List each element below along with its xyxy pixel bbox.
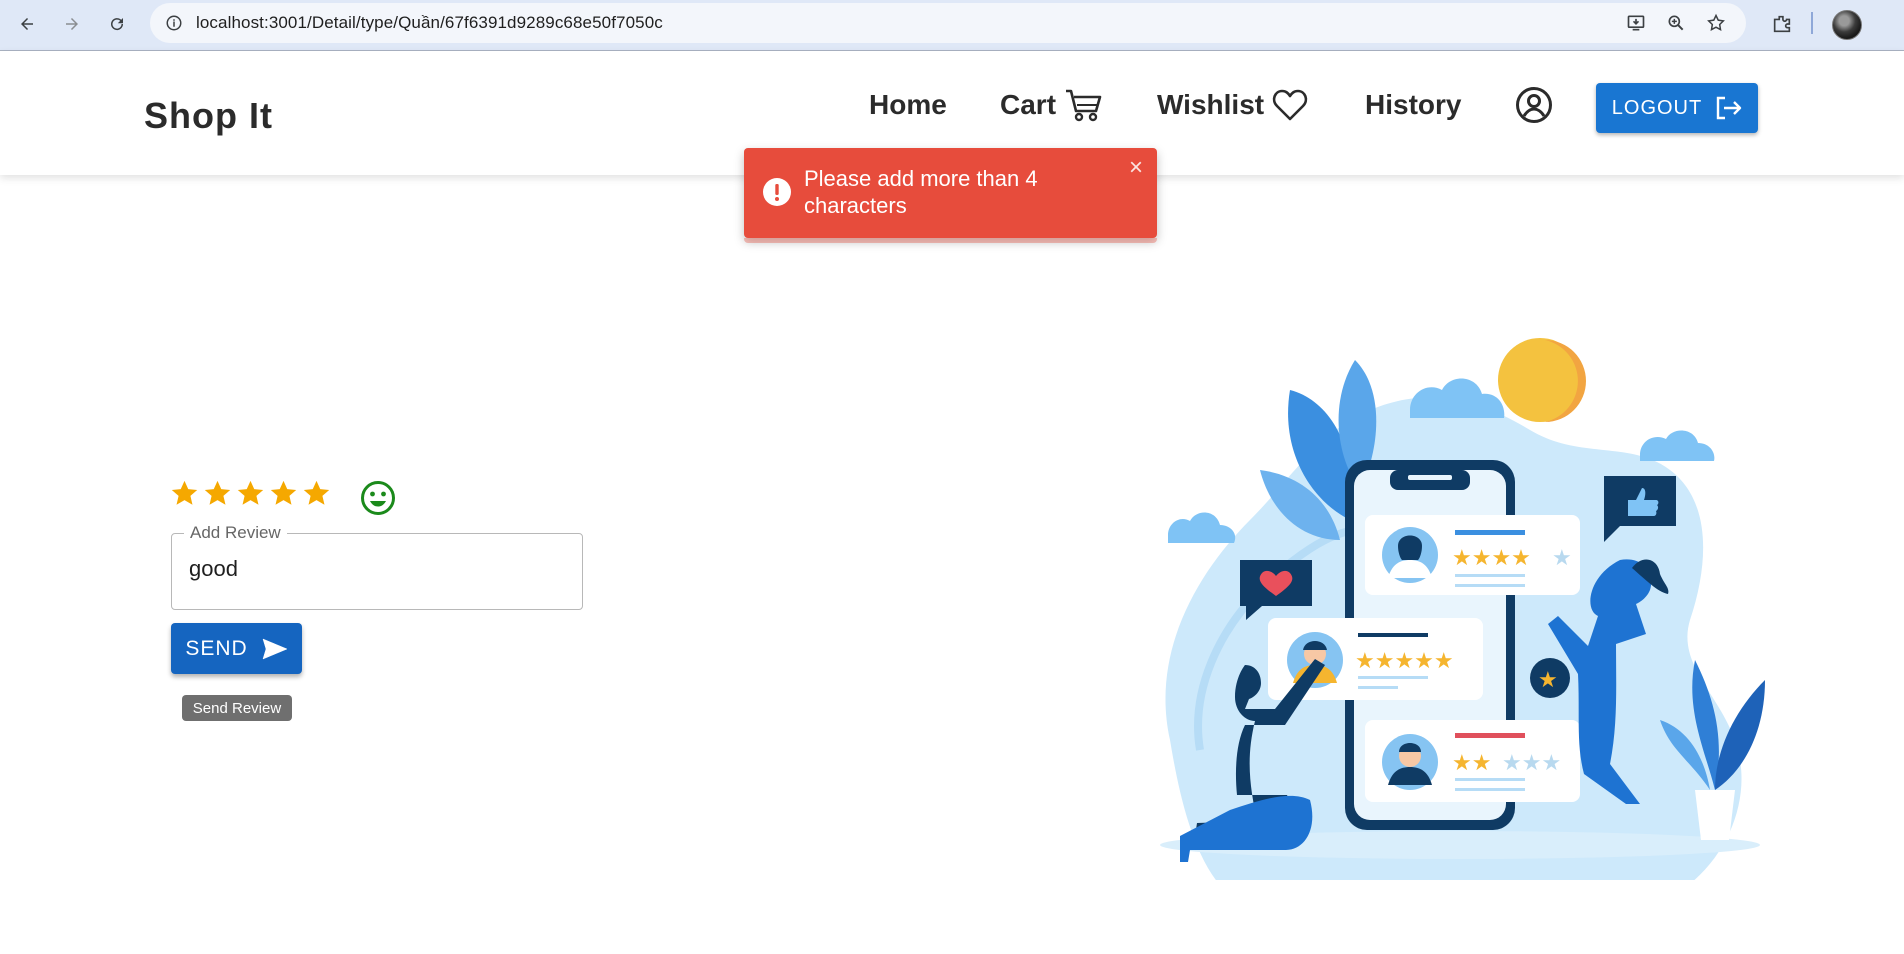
extensions-icon[interactable] [1765,7,1799,41]
error-icon [763,178,791,206]
rating-stars[interactable] [170,479,331,508]
cart-icon [1066,89,1102,122]
toolbar-separator [1811,12,1813,34]
reload-button[interactable] [100,7,134,41]
arrow-left-icon [21,18,33,30]
nav-wishlist-label: Wishlist [1157,89,1265,120]
close-icon[interactable]: × [1124,156,1148,180]
star-icon[interactable] [170,479,199,508]
send-label: SEND [185,636,248,660]
svg-text:★★★★★: ★★★★★ [1355,649,1454,674]
heart-icon [1272,89,1308,121]
send-icon [262,638,288,659]
logout-label: LOGOUT [1611,96,1703,119]
nav-cart[interactable]: Cart [1000,85,1102,125]
nav-history-label: History [1365,89,1462,120]
svg-text:★★: ★★ [1452,751,1491,776]
send-tooltip: Send Review [182,695,292,721]
review-field-label: Add Review [184,523,287,543]
url-text: localhost:3001/Detail/type/Quần/67f6391d… [196,13,663,32]
star-icon[interactable] [236,479,265,508]
send-button[interactable]: SEND [171,623,302,674]
account-circle-icon [1516,87,1552,123]
logout-icon [1717,96,1742,120]
review-input[interactable] [189,556,559,582]
smile-icon [361,481,395,515]
zoom-icon[interactable] [1662,9,1690,37]
reload-icon [111,18,124,31]
profile-avatar[interactable] [1832,10,1862,40]
review-field[interactable]: Add Review [171,523,583,610]
nav-home-label: Home [869,89,947,120]
site-info-icon[interactable] [160,9,188,37]
svg-text:★: ★ [1552,546,1572,571]
brand-logo[interactable]: Shop It [144,95,273,137]
browser-toolbar: localhost:3001/Detail/type/Quần/67f6391d… [0,0,1904,51]
bookmark-star-icon[interactable] [1702,9,1730,37]
error-toast: Please add more than 4 characters × [744,148,1157,243]
toast-progress [744,238,1157,243]
back-button[interactable] [10,7,44,41]
account-button[interactable] [1515,85,1553,125]
review-illustration: ★★★★ ★ ★★★★★ ★★ ★★★ ★ [1160,338,1765,880]
logout-button[interactable]: LOGOUT [1596,83,1758,133]
nav-history[interactable]: History [1365,85,1461,125]
install-app-icon[interactable] [1622,9,1650,37]
nav-cart-label: Cart [1000,89,1057,120]
star-icon[interactable] [302,479,331,508]
nav-home[interactable]: Home [869,85,947,125]
star-icon[interactable] [269,479,298,508]
address-bar[interactable]: localhost:3001/Detail/type/Quần/67f6391d… [150,3,1746,43]
star-icon[interactable] [203,479,232,508]
arrow-right-icon [66,18,78,30]
forward-button[interactable] [55,7,89,41]
nav-wishlist[interactable]: Wishlist [1157,85,1308,125]
toast-message: Please add more than 4 characters [804,166,1038,218]
svg-text:★★★★: ★★★★ [1452,546,1531,571]
svg-text:★★★: ★★★ [1502,751,1561,776]
svg-text:★: ★ [1538,668,1558,693]
